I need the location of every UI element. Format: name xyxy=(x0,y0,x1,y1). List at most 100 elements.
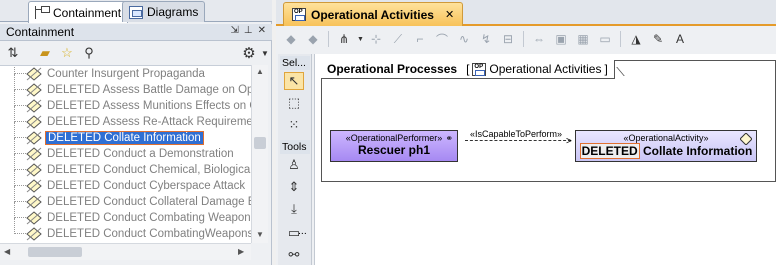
back-icon[interactable]: ◆ xyxy=(282,32,300,46)
open-folder-icon[interactable]: ▰ xyxy=(36,44,54,62)
chevron-down-icon[interactable]: ▼ xyxy=(260,44,270,62)
tree-row[interactable]: DELETED Collate Information xyxy=(0,122,251,146)
tree-row[interactable]: DELETED Assess Munitions Effects on Oper xyxy=(0,90,251,114)
operational-activity-shape[interactable]: «OperationalActivity» DELETED Collate In… xyxy=(575,130,757,162)
person-tool-icon[interactable]: ♙ xyxy=(284,156,304,174)
tab-label: Containment xyxy=(53,5,122,20)
containment-tree-icon xyxy=(35,6,50,19)
align-icon[interactable]: ⊟ xyxy=(499,32,517,46)
operational-performer-shape[interactable]: «OperationalPerformer» Rescuer ph1 ⚭ xyxy=(330,130,458,162)
line-style-icon[interactable]: ⟋ xyxy=(389,32,407,47)
performer-stereotype: «OperationalPerformer» xyxy=(345,133,443,143)
tree-item-label: DELETED Conduct Cyberspace Attack xyxy=(47,180,246,192)
search-icon[interactable]: ⚲ xyxy=(80,44,98,62)
activity-name-line: DELETED Collate Information xyxy=(576,143,756,159)
activity-name: Collate Information xyxy=(643,144,753,158)
tree-row[interactable]: DELETED Assess Re-Attack Requirement xyxy=(0,106,251,130)
frame-icon[interactable]: ▭ xyxy=(596,32,614,46)
rectilinear-icon[interactable]: ⌐ xyxy=(411,32,429,46)
tree-row[interactable]: DELETED Conduct Chemical, Biological, Ra… xyxy=(0,154,251,178)
diagram-editor: OP Operational Activities ✕ ◆ ◆ ⋔ ▼ ⊹ ⟋ … xyxy=(276,0,776,265)
pin-icon[interactable]: ⇲ xyxy=(231,25,239,36)
size-icon[interactable]: ▣ xyxy=(552,32,570,46)
scroll-right-icon[interactable]: ▶ xyxy=(238,247,244,256)
path-style-icon[interactable]: ⊹ xyxy=(367,32,385,46)
split-tool-icon[interactable]: ⇕ xyxy=(284,178,304,196)
diagram-tab-bar: OP Operational Activities ✕ xyxy=(276,0,776,26)
tree-item-label: DELETED Conduct Combating Weapons of xyxy=(47,212,251,224)
tree-row[interactable]: DELETED Assess Battle Damage on Operat xyxy=(0,74,251,98)
tab-label: Operational Activities xyxy=(311,7,434,22)
layout-icon[interactable]: ⋔ xyxy=(335,32,353,46)
tree-item-label: DELETED Conduct Chemical, Biological, Ra… xyxy=(47,164,251,176)
tree-row[interactable]: DELETED Conduct Collateral Damage Estim xyxy=(0,186,251,210)
operational-activity-icon xyxy=(26,83,42,97)
chevron-down-icon[interactable]: ▼ xyxy=(357,36,364,43)
grid-icon[interactable]: ▦ xyxy=(574,32,592,46)
activity-diamond-icon xyxy=(740,133,752,145)
symbol-select-icon[interactable]: ⁙ xyxy=(284,116,304,134)
tab-diagrams[interactable]: Diagrams xyxy=(122,1,206,22)
relation-tool-icon[interactable]: ⚯ xyxy=(284,246,304,264)
close-icon[interactable]: ✕ xyxy=(445,8,454,21)
tree-item-label: DELETED Conduct CombatingWeapons of M xyxy=(47,228,251,240)
scroll-thumb[interactable] xyxy=(254,137,266,149)
operational-activity-icon xyxy=(26,195,42,209)
frame-header: Operational Processes [ OP Operational A… xyxy=(321,60,615,79)
oblique-icon[interactable]: ⌒ xyxy=(433,31,451,48)
more-label: ... xyxy=(298,225,307,237)
route-icon[interactable]: ↯ xyxy=(477,32,495,46)
scroll-down-icon[interactable]: ▼ xyxy=(256,230,264,239)
scroll-left-icon[interactable]: ◀ xyxy=(4,247,10,256)
distribute-icon[interactable]: ⇔ xyxy=(530,32,548,46)
tree-row[interactable]: DELETED Conduct Combating Weapons of xyxy=(0,202,251,226)
tree-row[interactable]: DELETED Conduct a Demonstration xyxy=(0,138,251,162)
operational-activity-icon xyxy=(26,99,42,113)
operational-activity-icon xyxy=(26,131,42,145)
scroll-up-icon[interactable]: ▲ xyxy=(256,67,264,76)
gear-icon[interactable]: ⚙ xyxy=(240,44,258,62)
pointer-tool-icon[interactable]: ↖ xyxy=(284,72,304,90)
activity-diagram-icon: OP xyxy=(292,8,306,21)
palette-section-selection[interactable]: Sel... xyxy=(280,56,310,70)
tree-item-label: DELETED Conduct a Demonstration xyxy=(47,148,234,160)
tree-item-label: DELETED Assess Re-Attack Requirement xyxy=(47,116,251,128)
operational-activity-icon xyxy=(26,179,42,193)
collapse-all-icon[interactable]: ⇅ xyxy=(4,44,22,62)
tab-operational-activities[interactable]: OP Operational Activities ✕ xyxy=(283,2,464,26)
app-window: Containment Diagrams Containment ⇲ ⊥ ✕ ⇅… xyxy=(0,0,776,265)
tree-row[interactable]: Counter Insurgent Propaganda xyxy=(0,66,251,82)
favorite-star-icon[interactable]: ☆ xyxy=(58,44,76,62)
horizontal-scrollbar[interactable]: ◀ ▶ xyxy=(0,243,251,260)
diagram-canvas[interactable]: Operational Processes [ OP Operational A… xyxy=(314,54,776,265)
palette-section-tools[interactable]: Tools xyxy=(280,140,310,154)
minimize-icon[interactable]: ⊥ xyxy=(244,25,253,36)
tab-containment[interactable]: Containment xyxy=(28,1,129,23)
vertical-scrollbar[interactable]: ▲ ▼ xyxy=(251,65,268,243)
forward-icon[interactable]: ◆ xyxy=(304,32,322,46)
tree-row[interactable]: DELETED Conduct CombatingWeapons of M xyxy=(0,218,251,242)
pen-color-icon[interactable]: ✎ xyxy=(649,32,667,46)
diagram-frame[interactable]: Operational Processes [ OP Operational A… xyxy=(321,60,776,182)
is-capable-to-perform-relation[interactable] xyxy=(465,140,571,141)
tree-item-label: DELETED Assess Battle Damage on Operat xyxy=(47,84,251,96)
close-icon[interactable]: ✕ xyxy=(258,25,266,36)
marquee-select-icon[interactable]: ⬚ xyxy=(284,94,304,112)
tab-label: Diagrams xyxy=(147,5,199,19)
tree-item-label: DELETED Conduct Collateral Damage Estim xyxy=(47,196,251,208)
diagram-ref[interactable]: Operational Activities xyxy=(489,62,601,76)
pane-header: Containment ⇲ ⊥ ✕ xyxy=(0,24,272,41)
tree-row[interactable]: DELETED Conduct Cyberspace Attack xyxy=(0,170,251,194)
performer-icon: ⚭ xyxy=(445,133,453,143)
activity-stereotype: «OperationalActivity» xyxy=(623,133,709,143)
insert-tool-icon[interactable]: ⤓ xyxy=(284,200,304,218)
text-color-icon[interactable]: A xyxy=(671,32,689,46)
arrowhead-icon: > xyxy=(566,136,572,147)
deleted-tag: DELETED xyxy=(579,143,640,159)
bezier-icon[interactable]: ∿ xyxy=(455,32,473,46)
fill-color-icon[interactable]: ◮ xyxy=(627,32,645,46)
pane-title: Containment xyxy=(6,25,75,39)
scroll-thumb[interactable] xyxy=(28,247,82,257)
tree-item-label: DELETED Assess Munitions Effects on Oper xyxy=(47,100,251,112)
containment-toolbar: ⇅ ▰ ☆ ⚲ ⚙ ▼ xyxy=(0,42,272,64)
